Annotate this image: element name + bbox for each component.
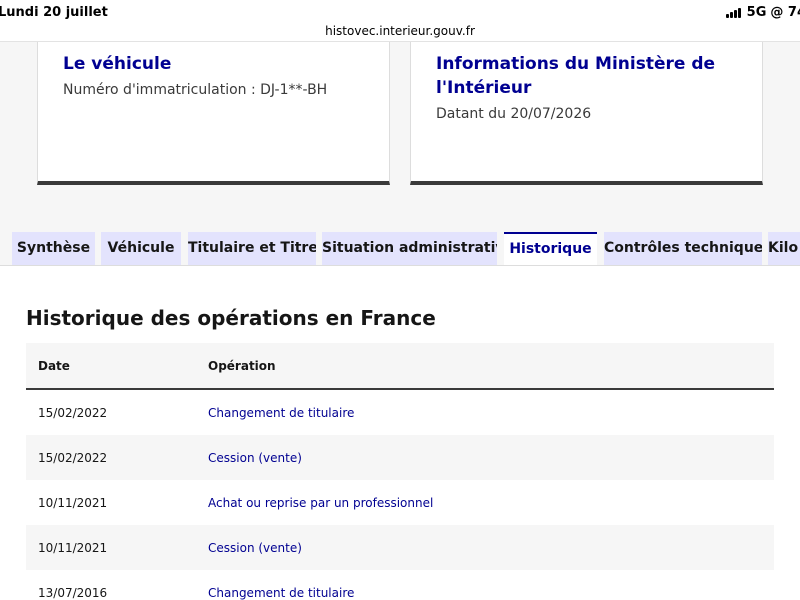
vehicle-card[interactable]: Le véhicule Numéro d'immatriculation : D…: [37, 42, 390, 185]
row-operation-link[interactable]: Achat ou reprise par un professionnel: [208, 496, 774, 510]
ministry-card-title[interactable]: Informations du Ministère de l'Intérieur: [436, 52, 737, 100]
row-date: 13/07/2016: [38, 585, 108, 600]
table-header: Date Opération: [26, 343, 774, 390]
history-table: Date Opération 15/02/2022 Changement de …: [26, 343, 774, 600]
status-indicators: 5G @ 74: [725, 5, 800, 20]
tab-bar: Synthèse Véhicule Titulaire et Titre Sit…: [0, 232, 800, 266]
signal-icon: [725, 7, 741, 18]
row-operation-link[interactable]: Cession (vente): [208, 451, 774, 465]
row-date: 15/02/2022: [38, 405, 108, 420]
status-extra: @ 74: [770, 5, 800, 20]
row-date: 10/11/2021: [38, 540, 108, 555]
table-row: 15/02/2022 Changement de titulaire: [26, 390, 774, 435]
tab-vehicule[interactable]: Véhicule: [101, 232, 181, 265]
tab-titulaire-titre[interactable]: Titulaire et Titre: [188, 232, 316, 265]
tab-historique[interactable]: Historique: [504, 232, 597, 266]
row-operation-link[interactable]: Changement de titulaire: [208, 586, 774, 600]
ministry-info-card[interactable]: Informations du Ministère de l'Intérieur…: [410, 42, 763, 185]
table-body: 15/02/2022 Changement de titulaire 15/02…: [26, 390, 774, 600]
network-label: 5G: [746, 5, 767, 20]
row-operation-link[interactable]: Changement de titulaire: [208, 406, 774, 420]
history-title: Historique des opérations en France: [26, 306, 436, 330]
header-date: Date: [38, 358, 70, 373]
tab-situation-administrative[interactable]: Situation administrative: [322, 232, 497, 265]
row-date: 10/11/2021: [38, 495, 108, 510]
history-panel: Historique des opérations en France Date…: [0, 265, 800, 600]
header-operation: Opération: [208, 358, 276, 373]
table-row: 10/11/2021 Achat ou reprise par un profe…: [26, 480, 774, 525]
tab-kilometrage[interactable]: Kilo: [768, 232, 800, 265]
status-time: Lundi 20 juillet: [0, 5, 108, 20]
address-bar[interactable]: histovec.interieur.gouv.fr: [0, 20, 800, 42]
vehicle-card-description: Numéro d'immatriculation : DJ-1**-BH: [63, 82, 328, 98]
tab-synthese[interactable]: Synthèse: [12, 232, 95, 265]
vehicle-card-title[interactable]: Le véhicule: [63, 52, 364, 76]
tab-controles-techniques[interactable]: Contrôles techniques: [604, 232, 762, 265]
row-date: 15/02/2022: [38, 450, 108, 465]
row-operation-link[interactable]: Cession (vente): [208, 541, 774, 555]
ministry-card-description: Datant du 20/07/2026: [436, 106, 592, 122]
table-row: 13/07/2016 Changement de titulaire: [26, 570, 774, 600]
table-row: 10/11/2021 Cession (vente): [26, 525, 774, 570]
table-row: 15/02/2022 Cession (vente): [26, 435, 774, 480]
